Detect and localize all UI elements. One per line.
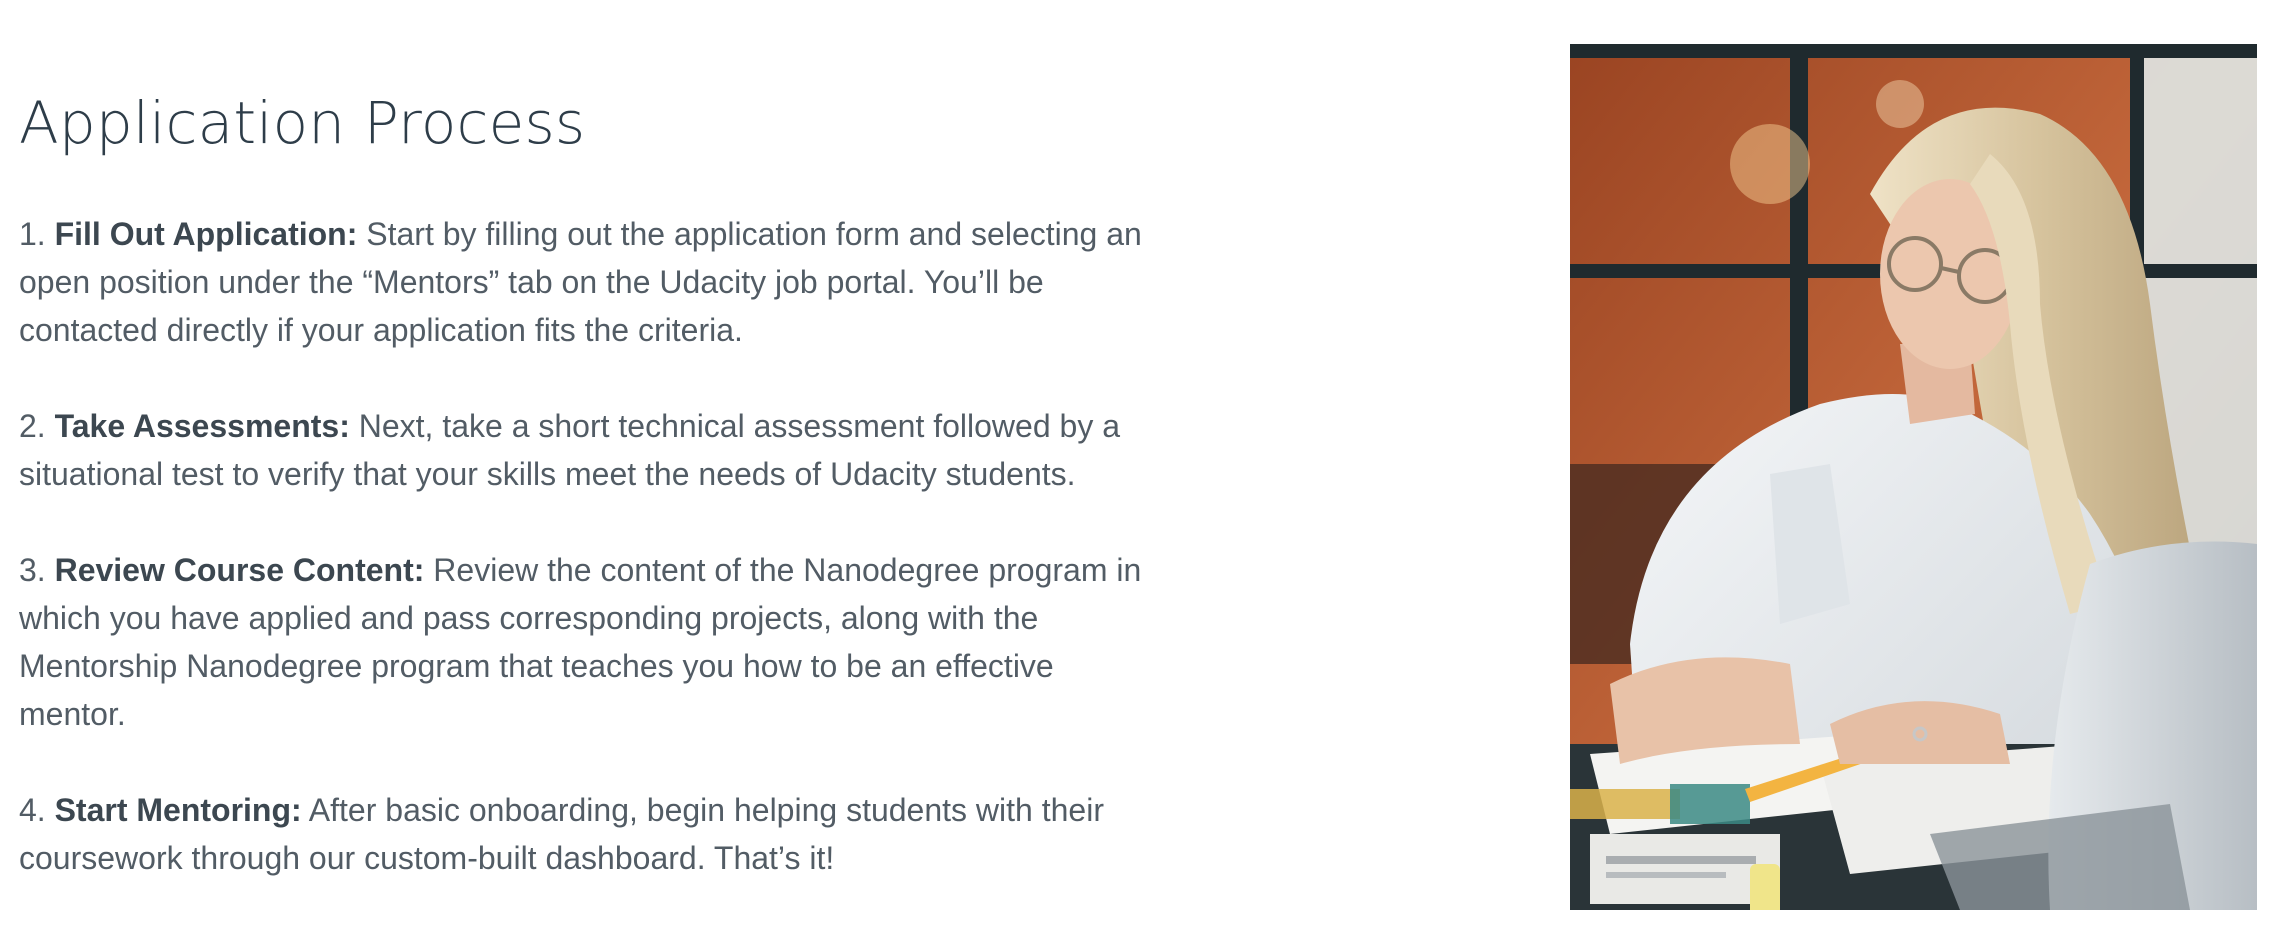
page-title: Application Process: [19, 89, 586, 157]
step-fill-out-application: 1. Fill Out Application: Start by fillin…: [19, 210, 1169, 354]
application-process-section: Application Process 1. Fill Out Applicat…: [19, 86, 1169, 926]
step-number: 3.: [19, 552, 46, 588]
highlighter: [1750, 864, 1780, 910]
mentor-photo: [1570, 44, 2257, 910]
sticky-note: [1670, 784, 1750, 824]
step-start-mentoring: 4. Start Mentoring: After basic onboardi…: [19, 786, 1169, 882]
step-heading: Start Mentoring:: [54, 792, 302, 828]
step-heading: Fill Out Application:: [54, 216, 358, 252]
notebook-lines: [1606, 856, 1756, 864]
notebook-lines: [1606, 872, 1726, 878]
step-number: 4.: [19, 792, 46, 828]
mentor-photo-illustration: [1570, 44, 2257, 910]
step-number: 1.: [19, 216, 46, 252]
step-take-assessments: 2. Take Assessments: Next, take a short …: [19, 402, 1169, 498]
step-heading: Review Course Content:: [54, 552, 425, 588]
light-glow: [1730, 124, 1810, 204]
window-frame-top: [1570, 44, 2257, 58]
step-review-course-content: 3. Review Course Content: Review the con…: [19, 546, 1169, 738]
step-heading: Take Assessments:: [54, 408, 350, 444]
sticky-note: [1570, 789, 1680, 819]
window-frame-vertical: [1790, 44, 1808, 464]
light-glow: [1876, 80, 1924, 128]
step-number: 2.: [19, 408, 46, 444]
